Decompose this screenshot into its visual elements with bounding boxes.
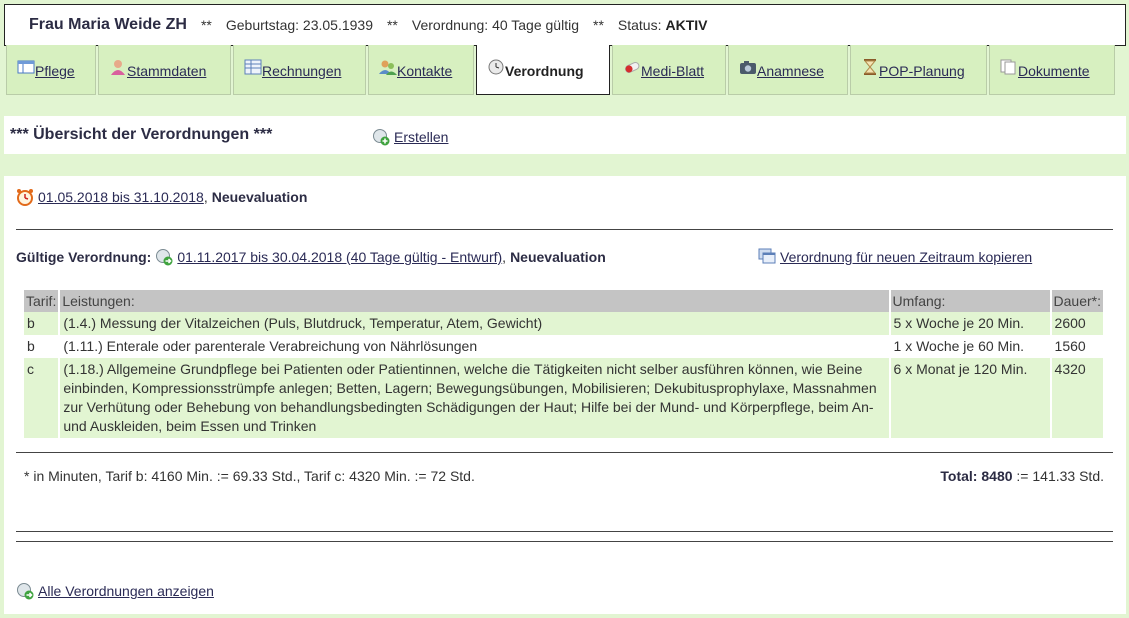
- show-all-button[interactable]: Alle Verordnungen anzeigen: [16, 582, 214, 600]
- main-panel: 01.05.2018 bis 31.10.2018 , Neuevaluatio…: [4, 176, 1126, 614]
- go-arrow-icon: [156, 249, 173, 266]
- tab-rechnungen[interactable]: Rechnungen: [233, 45, 366, 95]
- create-button[interactable]: Erstellen: [372, 128, 448, 146]
- documents-icon: [1000, 59, 1016, 75]
- prescription-period: 01.05.2018 bis 31.10.2018 , Neuevaluatio…: [16, 188, 307, 206]
- valid-type: Neuevaluation: [510, 249, 606, 265]
- copy-icon: [758, 248, 776, 264]
- total-label: Total:: [940, 468, 978, 484]
- overview-title: *** Übersicht der Verordnungen ***: [10, 126, 273, 143]
- tab-stammdaten[interactable]: Stammdaten: [98, 45, 231, 95]
- patient-birthday: Geburtstag: 23.05.1939: [225, 17, 373, 33]
- table-header-row: Tarif: Leistungen: Umfang: Dauer*:: [24, 290, 1106, 312]
- overview-bar: *** Übersicht der Verordnungen *** Erste…: [4, 116, 1126, 154]
- create-label: Erstellen: [394, 129, 449, 145]
- footnote: * in Minuten, Tarif b: 4160 Min. := 69.3…: [24, 468, 475, 484]
- contacts-icon: [379, 60, 397, 75]
- add-icon: [373, 129, 390, 146]
- services-table: Tarif: Leistungen: Umfang: Dauer*: b (1.…: [24, 290, 1106, 438]
- separator: **: [200, 17, 212, 33]
- divider: [16, 531, 1113, 532]
- period-link[interactable]: 01.05.2018 bis 31.10.2018: [38, 189, 204, 205]
- tab-kontakte[interactable]: Kontakte: [368, 45, 474, 95]
- tab-pflege[interactable]: Pflege: [6, 45, 96, 95]
- hourglass-icon: [863, 59, 877, 75]
- show-all-label: Alle Verordnungen anzeigen: [38, 583, 214, 599]
- tab-medi-blatt[interactable]: Medi-Blatt: [612, 45, 726, 95]
- patient-name: Frau Maria Weide ZH: [29, 16, 187, 33]
- camera-icon: [740, 61, 756, 74]
- spreadsheet-icon: [244, 59, 262, 75]
- separator: **: [386, 17, 398, 33]
- valid-label: Gültige Verordnung:: [16, 249, 152, 265]
- col-umfang: Umfang:: [889, 290, 1052, 312]
- patient-header: Frau Maria Weide ZH ** Geburtstag: 23.05…: [4, 4, 1126, 46]
- tab-bar: Pflege Stammdaten Rechnungen Kontakte Ve…: [6, 45, 1117, 95]
- table-row: c (1.18.) Allgemeine Grundpflege bei Pat…: [24, 358, 1106, 438]
- tab-pop-planung[interactable]: POP-Planung: [850, 45, 987, 95]
- status-label: Status:: [617, 17, 662, 33]
- tab-verordnung[interactable]: Verordnung: [476, 45, 610, 95]
- table-icon: [17, 60, 35, 74]
- col-tarif: Tarif:: [24, 290, 61, 312]
- separator: **: [593, 17, 604, 33]
- clock-icon: [488, 59, 504, 75]
- table-row: b (1.11.) Enterale oder parenterale Vera…: [24, 335, 1106, 358]
- table-row: b (1.4.) Messung der Vitalzeichen (Puls,…: [24, 312, 1106, 335]
- valid-period-link[interactable]: 01.11.2017 bis 30.04.2018 (40 Tage gülti…: [177, 249, 502, 265]
- patient-order: Verordnung: 40 Tage gültig: [411, 17, 579, 33]
- period-type: Neuevaluation: [211, 189, 308, 205]
- copy-label: Verordnung für neuen Zeitraum kopieren: [780, 249, 1033, 265]
- status-value: AKTIV: [665, 17, 708, 33]
- divider: [16, 452, 1113, 453]
- valid-prescription: Gültige Verordnung: 01.11.2017 bis 30.04…: [16, 249, 606, 266]
- col-leistungen: Leistungen:: [59, 290, 891, 312]
- total: Total: 8480 := 141.33 Std.: [940, 468, 1104, 484]
- copy-prescription-button[interactable]: Verordnung für neuen Zeitraum kopieren: [758, 248, 1032, 266]
- tab-anamnese[interactable]: Anamnese: [728, 45, 848, 95]
- total-suffix: := 141.33 Std.: [1016, 468, 1104, 484]
- divider: [16, 541, 1113, 542]
- person-icon: [111, 60, 125, 75]
- divider: [16, 229, 1113, 230]
- pill-icon: [625, 61, 640, 73]
- alarm-clock-icon: [17, 189, 33, 206]
- go-arrow-icon: [17, 583, 34, 600]
- col-dauer: Dauer*:: [1050, 290, 1106, 312]
- total-value: 8480: [981, 468, 1013, 484]
- tab-dokumente[interactable]: Dokumente: [989, 45, 1115, 95]
